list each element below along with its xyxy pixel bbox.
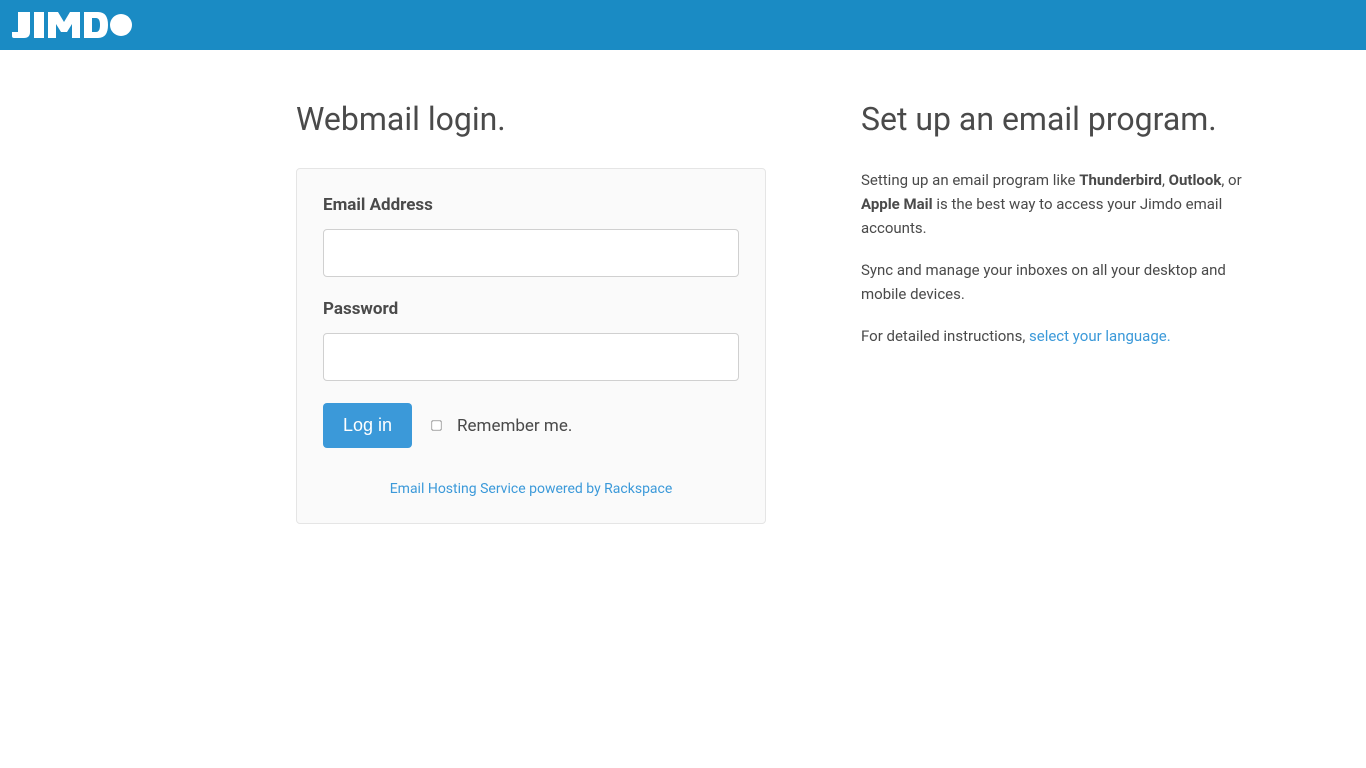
password-label: Password: [323, 299, 739, 319]
main-container: Webmail login. Email Address Password Lo…: [83, 50, 1283, 574]
app-outlook: Outlook: [1169, 171, 1222, 189]
login-form: Email Address Password Log in Remember m…: [296, 168, 766, 524]
header-bar: [0, 0, 1366, 50]
setup-para-1: Setting up an email program like Thunder…: [861, 168, 1243, 240]
setup-column: Set up an email program. Setting up an e…: [766, 100, 1283, 524]
setup-para-2: Sync and manage your inboxes on all your…: [861, 258, 1243, 306]
email-label: Email Address: [323, 195, 739, 215]
remember-checkbox[interactable]: [431, 420, 441, 430]
password-input[interactable]: [323, 333, 739, 381]
remember-wrap: Remember me.: [430, 416, 572, 436]
para3-prefix: For detailed instructions,: [861, 327, 1029, 345]
login-column: Webmail login. Email Address Password Lo…: [83, 100, 766, 524]
para1-sep2: , or: [1221, 171, 1241, 189]
email-input[interactable]: [323, 229, 739, 277]
footer-link-wrap: Email Hosting Service powered by Rackspa…: [323, 478, 739, 497]
jimdo-logo[interactable]: [12, 12, 132, 38]
app-thunderbird: Thunderbird: [1079, 171, 1162, 189]
email-group: Email Address: [323, 195, 739, 277]
setup-para-3: For detailed instructions, select your l…: [861, 324, 1243, 348]
select-language-link[interactable]: select your language.: [1029, 327, 1171, 345]
setup-title: Set up an email program.: [861, 100, 1243, 138]
para1-sep1: ,: [1162, 171, 1169, 189]
remember-label: Remember me.: [457, 416, 572, 436]
login-button[interactable]: Log in: [323, 403, 412, 448]
login-title: Webmail login.: [296, 100, 766, 138]
rackspace-link[interactable]: Email Hosting Service powered by Rackspa…: [390, 481, 673, 497]
login-actions: Log in Remember me.: [323, 403, 739, 448]
para1-prefix: Setting up an email program like: [861, 171, 1079, 189]
password-group: Password: [323, 299, 739, 381]
app-applemail: Apple Mail: [861, 195, 933, 213]
